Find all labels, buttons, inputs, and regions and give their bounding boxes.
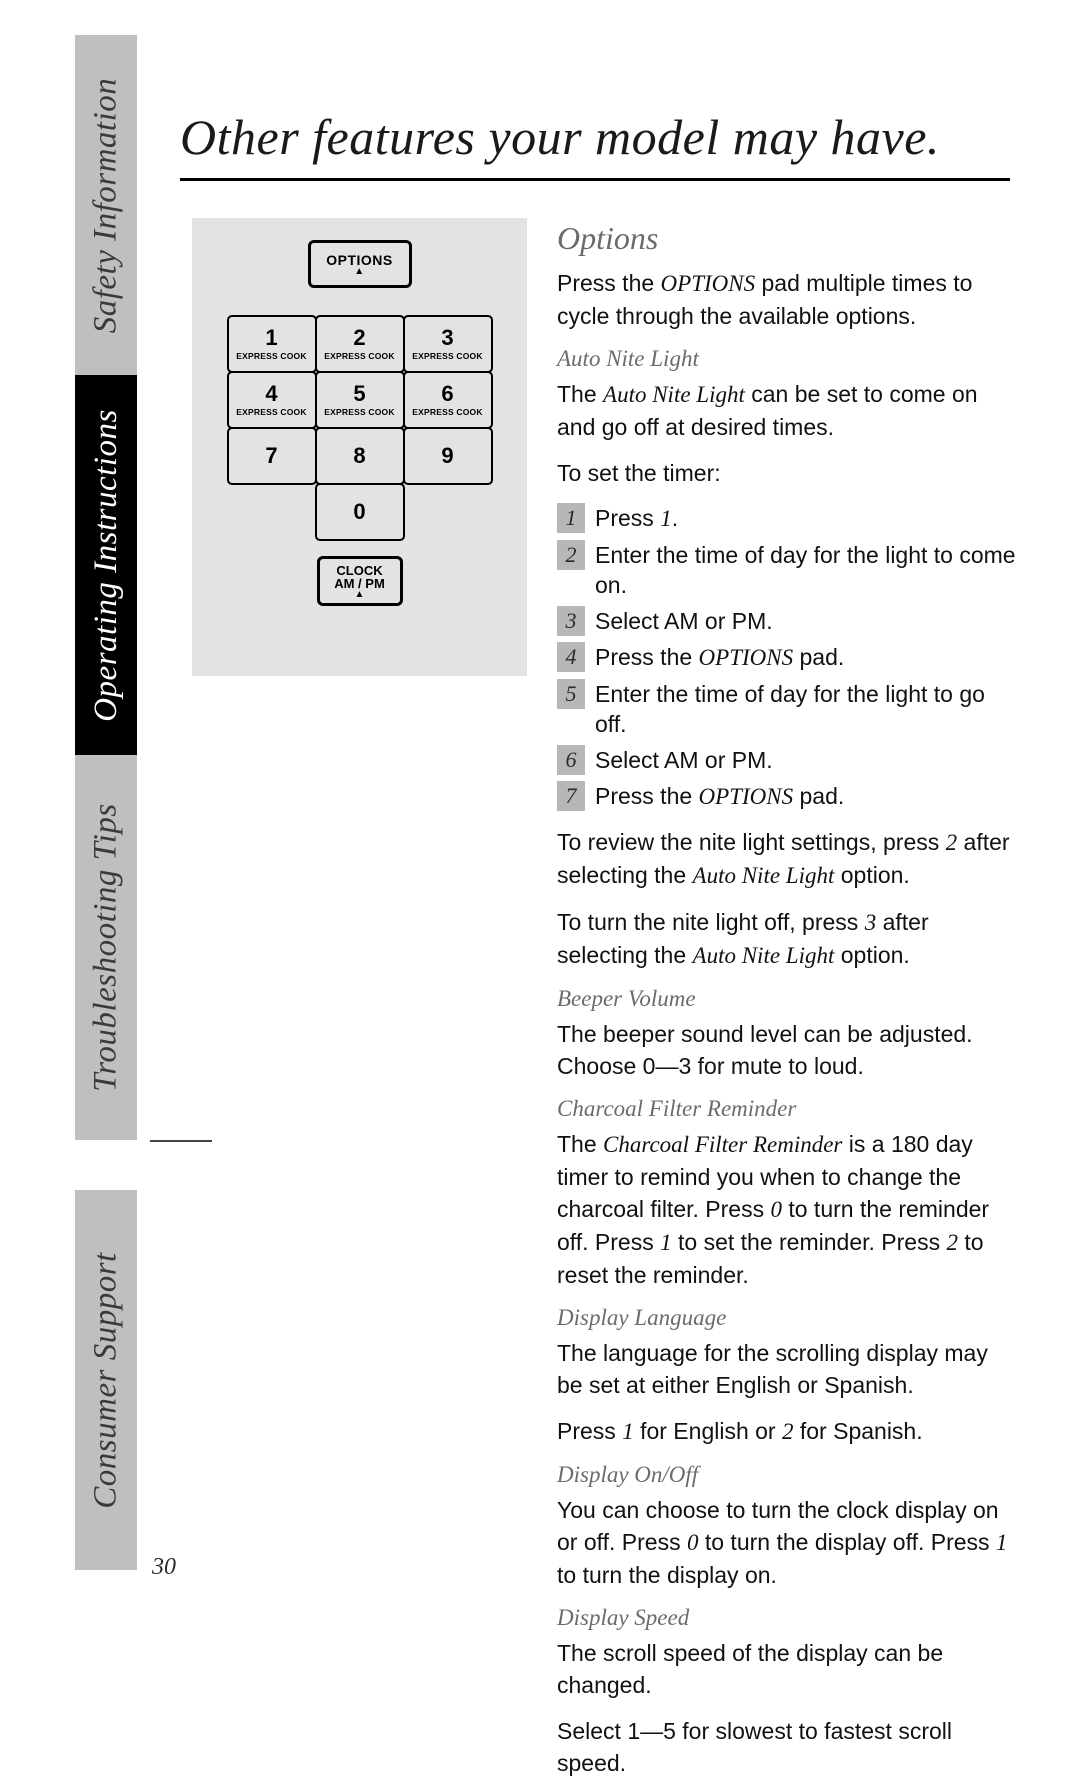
clock-pad-icon: CLOCK AM / PM ▲ — [317, 556, 403, 606]
key-0: 0 — [315, 483, 405, 541]
step-1: 1Press 1. — [557, 503, 1017, 534]
key-6: 6EXPRESS COOK — [403, 371, 493, 429]
up-arrow-icon: ▲ — [354, 268, 364, 276]
step-badge: 2 — [557, 540, 585, 570]
auto-nite-off: To turn the nite light off, press 3 afte… — [557, 906, 1017, 972]
to-set-timer: To set the timer: — [557, 457, 1017, 489]
tab-label: Safety Information — [88, 77, 125, 333]
key-9: 9 — [403, 427, 493, 485]
key-2: 2EXPRESS COOK — [315, 315, 405, 373]
display-speed-body1: The scroll speed of the display can be c… — [557, 1637, 1017, 1701]
tab-troubleshooting-tips: Troubleshooting Tips — [75, 755, 137, 1140]
subheading-display-onoff: Display On/Off — [557, 1462, 1017, 1488]
subheading-auto-nite-light: Auto Nite Light — [557, 346, 1017, 372]
subheading-display-language: Display Language — [557, 1305, 1017, 1331]
step-badge: 1 — [557, 503, 585, 533]
step-badge: 3 — [557, 606, 585, 636]
language-press: Press 1 for English or 2 for Spanish. — [557, 1415, 1017, 1448]
up-arrow-icon: ▲ — [355, 591, 365, 599]
options-pad-icon: OPTIONS ▲ — [308, 240, 412, 288]
language-body: The language for the scrolling display m… — [557, 1337, 1017, 1401]
step-2: 2Enter the time of day for the light to … — [557, 540, 1017, 600]
subheading-display-speed: Display Speed — [557, 1605, 1017, 1631]
auto-nite-review: To review the nite light settings, press… — [557, 826, 1017, 892]
step-badge: 4 — [557, 642, 585, 672]
beeper-body: The beeper sound level can be adjusted. … — [557, 1018, 1017, 1082]
key-3: 3EXPRESS COOK — [403, 315, 493, 373]
key-7: 7 — [227, 427, 317, 485]
tab-consumer-support: Consumer Support — [75, 1190, 137, 1570]
subheading-charcoal-filter: Charcoal Filter Reminder — [557, 1096, 1017, 1122]
clock-label-2: AM / PM — [334, 577, 385, 590]
tab-operating-instructions: Operating Instructions — [75, 375, 137, 755]
display-onoff-body: You can choose to turn the clock display… — [557, 1494, 1017, 1591]
step-5: 5Enter the time of day for the light to … — [557, 679, 1017, 739]
step-4: 4Press the OPTIONS pad. — [557, 642, 1017, 673]
charcoal-body: The Charcoal Filter Reminder is a 180 da… — [557, 1128, 1017, 1291]
title-rule — [180, 178, 1010, 181]
options-intro: Press the OPTIONS pad multiple times to … — [557, 267, 1017, 332]
tab-label: Troubleshooting Tips — [88, 803, 125, 1091]
auto-nite-desc: The Auto Nite Light can be set to come o… — [557, 378, 1017, 443]
manual-page: Safety Information Operating Instruction… — [0, 0, 1080, 1669]
page-number: 30 — [152, 1554, 176, 1581]
key-5: 5EXPRESS COOK — [315, 371, 405, 429]
tab-divider — [150, 1140, 212, 1142]
number-pad: 1EXPRESS COOK 2EXPRESS COOK 3EXPRESS COO… — [220, 316, 499, 540]
step-3: 3Select AM or PM. — [557, 606, 1017, 636]
auto-nite-steps: 1Press 1. 2Enter the time of day for the… — [557, 503, 1017, 812]
key-8: 8 — [315, 427, 405, 485]
step-badge: 5 — [557, 679, 585, 709]
display-speed-body2: Select 1—5 for slowest to fastest scroll… — [557, 1715, 1017, 1779]
side-tabs: Safety Information Operating Instruction… — [75, 35, 137, 1575]
tab-label: Operating Instructions — [88, 409, 125, 722]
page-title: Other features your model may have. — [180, 108, 940, 166]
subheading-beeper-volume: Beeper Volume — [557, 986, 1017, 1012]
step-badge: 6 — [557, 745, 585, 775]
clock-label-1: CLOCK — [336, 564, 382, 577]
section-heading-options: Options — [557, 220, 1017, 257]
key-4: 4EXPRESS COOK — [227, 371, 317, 429]
step-badge: 7 — [557, 781, 585, 811]
step-6: 6Select AM or PM. — [557, 745, 1017, 775]
tab-safety-information: Safety Information — [75, 35, 137, 375]
step-7: 7Press the OPTIONS pad. — [557, 781, 1017, 812]
tab-label: Consumer Support — [88, 1252, 125, 1508]
content-column: Options Press the OPTIONS pad multiple t… — [557, 220, 1017, 1779]
keypad-illustration: OPTIONS ▲ 1EXPRESS COOK 2EXPRESS COOK 3E… — [192, 218, 527, 676]
key-1: 1EXPRESS COOK — [227, 315, 317, 373]
